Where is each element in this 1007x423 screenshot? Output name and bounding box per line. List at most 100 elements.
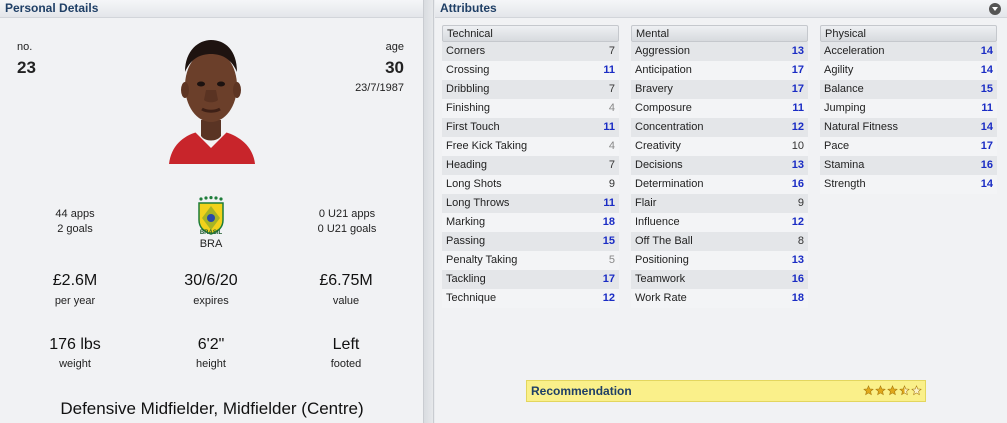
market-value-label: value: [332, 295, 360, 307]
attribute-name: Heading: [446, 159, 487, 171]
attribute-row[interactable]: First Touch 11: [442, 118, 619, 137]
age-value: 30: [385, 58, 404, 77]
attribute-value: 16: [980, 159, 993, 171]
attribute-value: 11: [792, 102, 804, 114]
attribute-name: Dribbling: [446, 83, 490, 95]
attribute-row[interactable]: Finishing 4: [442, 99, 619, 118]
attributes-header: Attributes: [435, 0, 1007, 18]
attribute-value: 17: [980, 140, 993, 152]
collapse-chevron-icon[interactable]: [989, 3, 1001, 15]
technical-column: Technical Corners 7 Crossing 11 Dribbling 7 Fi…: [442, 25, 619, 308]
attribute-name: Pace: [824, 140, 850, 152]
attributes-title: Attributes: [440, 1, 497, 15]
attribute-row[interactable]: Natural Fitness 14: [820, 118, 997, 137]
attribute-name: First Touch: [446, 121, 500, 133]
attribute-row[interactable]: Work Rate 18: [631, 289, 808, 308]
attribute-name: Corners: [446, 45, 486, 57]
attribute-value: 18: [602, 216, 615, 228]
attribute-row[interactable]: Anticipation 17: [631, 61, 808, 80]
attribute-name: Natural Fitness: [824, 121, 898, 133]
attribute-row[interactable]: Influence 12: [631, 213, 808, 232]
attribute-row[interactable]: Composure 11: [631, 99, 808, 118]
attribute-row[interactable]: Pace 17: [820, 137, 997, 156]
star-icon: [875, 385, 886, 396]
attribute-name: Acceleration: [824, 45, 885, 57]
attribute-value: 10: [791, 140, 804, 152]
attribute-row[interactable]: Penalty Taking 5: [442, 251, 619, 270]
attribute-name: Passing: [446, 235, 486, 247]
squad-number-value: 23: [17, 58, 36, 77]
attribute-row[interactable]: Technique 12: [442, 289, 619, 308]
squad-number-label: no.: [17, 41, 33, 53]
attribute-name: Anticipation: [635, 64, 692, 76]
attribute-row[interactable]: Stamina 16: [820, 156, 997, 175]
wage-value: £2.6M: [52, 272, 98, 289]
international-apps: 44 apps: [55, 208, 95, 220]
attribute-value: 9: [608, 178, 615, 190]
attribute-value: 14: [980, 121, 993, 133]
preferred-foot-value: Left: [332, 336, 360, 353]
attribute-row[interactable]: Acceleration 14: [820, 42, 997, 61]
attribute-value: 11: [603, 121, 615, 133]
attribute-row[interactable]: Heading 7: [442, 156, 619, 175]
attribute-row[interactable]: Dribbling 7: [442, 80, 619, 99]
attribute-row[interactable]: Free Kick Taking 4: [442, 137, 619, 156]
attribute-name: Balance: [824, 83, 864, 95]
attribute-value: 16: [791, 178, 804, 190]
attribute-row[interactable]: Long Shots 9: [442, 175, 619, 194]
wage-label: per year: [54, 295, 96, 307]
attribute-value: 17: [602, 273, 615, 285]
attribute-row[interactable]: Bravery 17: [631, 80, 808, 99]
attribute-row[interactable]: Tackling 17: [442, 270, 619, 289]
attribute-row[interactable]: Creativity 10: [631, 137, 808, 156]
contract-expiry-value: 30/6/20: [184, 272, 238, 289]
attribute-row[interactable]: Decisions 13: [631, 156, 808, 175]
international-goals: 2 goals: [57, 223, 93, 235]
attribute-row[interactable]: Passing 15: [442, 232, 619, 251]
attribute-row[interactable]: Strength 14: [820, 175, 997, 194]
attribute-row[interactable]: Positioning 13: [631, 251, 808, 270]
attribute-value: 16: [791, 273, 804, 285]
attribute-name: Concentration: [635, 121, 704, 133]
attribute-name: Influence: [635, 216, 680, 228]
attribute-row[interactable]: Balance 15: [820, 80, 997, 99]
height-value: 6'2": [197, 336, 225, 353]
attribute-row[interactable]: Crossing 11: [442, 61, 619, 80]
recommendation-bar[interactable]: Recommendation: [526, 380, 926, 402]
physical-list: Acceleration 14 Agility 14 Balance 15 Jumping 1…: [820, 42, 997, 194]
attribute-row[interactable]: Marking 18: [442, 213, 619, 232]
star-icon: [863, 385, 874, 396]
attribute-name: Long Shots: [446, 178, 502, 190]
attribute-value: 17: [791, 83, 804, 95]
attribute-row[interactable]: Long Throws 11: [442, 194, 619, 213]
attribute-row[interactable]: Aggression 13: [631, 42, 808, 61]
attribute-value: 5: [608, 254, 615, 266]
attribute-value: 7: [608, 45, 615, 57]
attribute-row[interactable]: Teamwork 16: [631, 270, 808, 289]
recommendation-stars: [863, 384, 922, 398]
date-of-birth: 23/7/1987: [355, 82, 404, 94]
attribute-row[interactable]: Agility 14: [820, 61, 997, 80]
attribute-name: Off The Ball: [635, 235, 693, 247]
attribute-row[interactable]: Off The Ball 8: [631, 232, 808, 251]
physical-header: Physical: [820, 25, 997, 42]
attribute-name: Agility: [824, 64, 854, 76]
attribute-value: 14: [980, 64, 993, 76]
attribute-value: 9: [797, 197, 804, 209]
attribute-value: 13: [791, 159, 804, 171]
attribute-value: 14: [980, 178, 993, 190]
attribute-row[interactable]: Flair 9: [631, 194, 808, 213]
attribute-value: 14: [980, 45, 993, 57]
attribute-name: Stamina: [824, 159, 865, 171]
u21-goals: 0 U21 goals: [317, 223, 377, 235]
attribute-name: Work Rate: [635, 292, 687, 304]
attribute-row[interactable]: Corners 7: [442, 42, 619, 61]
crest-text: BRASIL: [199, 230, 223, 236]
height-label: height: [196, 358, 226, 370]
technical-list: Corners 7 Crossing 11 Dribbling 7 Finishing 4 Fi…: [442, 42, 619, 308]
attribute-row[interactable]: Determination 16: [631, 175, 808, 194]
attribute-row[interactable]: Jumping 11: [820, 99, 997, 118]
attribute-row[interactable]: Concentration 12: [631, 118, 808, 137]
attribute-name: Composure: [635, 102, 692, 114]
panel-divider[interactable]: [424, 0, 434, 423]
